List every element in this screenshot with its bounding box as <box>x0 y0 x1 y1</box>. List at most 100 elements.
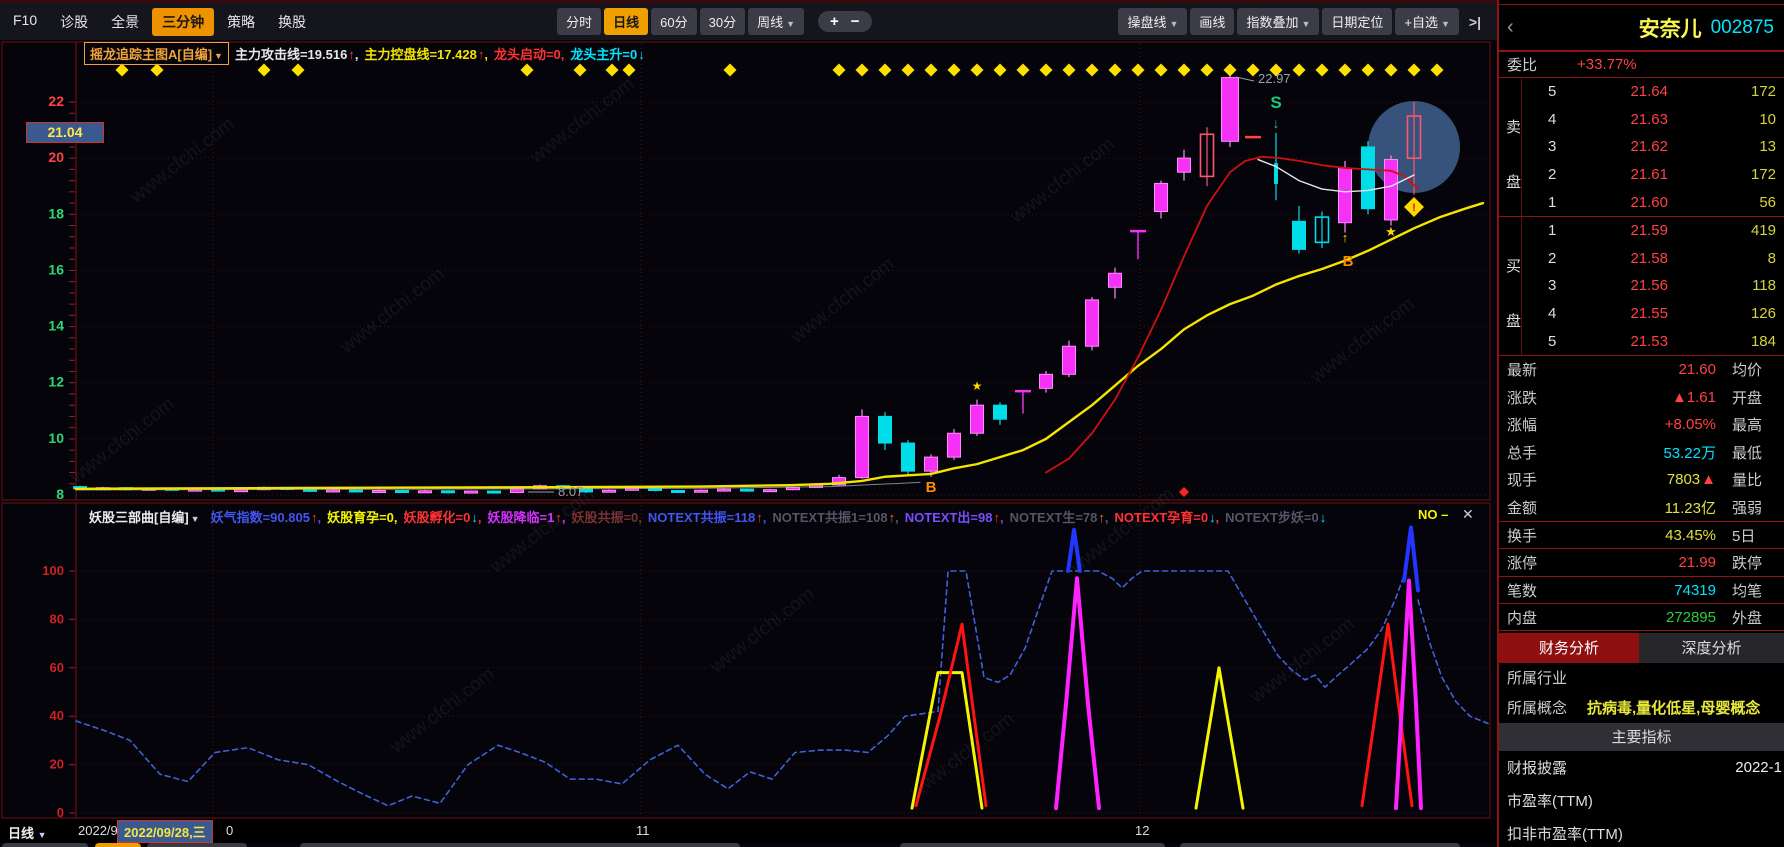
menu-item-F10[interactable]: F10 <box>3 8 47 36</box>
signal-diamond-icon <box>151 64 164 77</box>
bottom-tab-4[interactable] <box>900 843 1165 847</box>
candle-body <box>1063 346 1076 374</box>
main-menu: F10诊股全景三分钟策略换股 <box>0 8 316 36</box>
close-icon[interactable]: ✕ <box>1462 506 1474 523</box>
indicator-param: 妖股孵化=0 <box>404 510 471 525</box>
book-row: 421.55126 <box>1521 300 1784 328</box>
candle-body <box>373 491 386 493</box>
menu-item-诊股[interactable]: 诊股 <box>50 8 98 36</box>
menu-item-全景[interactable]: 全景 <box>101 8 149 36</box>
book-side-label: 盘 <box>1506 310 1521 331</box>
price-axis-label: 22 <box>48 93 64 109</box>
indicator-param: 主力攻击线=19.516 <box>235 47 347 62</box>
signal-diamond-icon <box>1086 64 1099 77</box>
book-row: 321.6213 <box>1521 133 1784 161</box>
signal-diamond-icon <box>1339 64 1352 77</box>
signal-diamond-icon <box>1109 64 1122 77</box>
chevron-down-icon: ▼ <box>38 830 47 840</box>
candle-body <box>1178 158 1191 172</box>
sub-axis-label: 80 <box>50 611 64 626</box>
trend-arrow-icon: ↓ <box>638 47 645 62</box>
period-60分[interactable]: 60分 <box>651 8 696 35</box>
tab-深度分析[interactable]: 深度分析 <box>1639 633 1784 663</box>
chart-marker: B <box>926 479 937 496</box>
book-row: 121.6056 <box>1521 188 1784 216</box>
tab-财务分析[interactable]: 财务分析 <box>1499 633 1639 663</box>
book-row: 321.56118 <box>1521 272 1784 300</box>
sub-indicator-row: 妖股三部曲[自编]▼ 妖气指数=90.805↑,妖股育孕=0,妖股孵化=0↓,妖… <box>84 505 1326 527</box>
candle-body <box>488 491 501 493</box>
candlestick-chart[interactable]: 222018161412108100806040200S↓BB★★↑!22.97… <box>0 40 1494 822</box>
candle-body <box>994 405 1007 419</box>
metric-row-财报披露: 财报披露2022-1 <box>1499 751 1784 784</box>
bottom-tab-3[interactable] <box>300 843 740 847</box>
signal-diamond-icon <box>902 64 915 77</box>
indicator-param: NOTEXT共振1=108 <box>772 510 887 525</box>
collapse-panel-icon[interactable]: >| <box>1469 14 1481 30</box>
menu-item-策略[interactable]: 策略 <box>217 8 265 36</box>
main-indicator-row: 摇龙追踪主图A[自编]▼ 主力攻击线=19.516↑,主力控盘线=17.428↑… <box>84 42 645 64</box>
main-indicator-params: 主力攻击线=19.516↑,主力控盘线=17.428↑,龙头启动=0,龙头主升=… <box>229 44 645 63</box>
period-30分[interactable]: 30分 <box>700 8 745 35</box>
signal-diamond-icon <box>1408 64 1421 77</box>
signal-diamond-icon <box>1040 64 1053 77</box>
bottom-tab-2[interactable] <box>147 843 247 847</box>
zoom-out-button[interactable]: − <box>851 13 860 30</box>
timeline-label: 0 <box>226 823 233 838</box>
crosshair-price-badge: 21.04 <box>26 122 104 143</box>
period-周线[interactable]: 周线▼ <box>748 8 804 35</box>
tool-画线[interactable]: 画线 <box>1190 8 1234 35</box>
signal-diamond-icon <box>116 64 129 77</box>
period-分时[interactable]: 分时 <box>557 8 601 35</box>
candle-body <box>419 491 432 493</box>
signal-diamond-icon <box>1155 64 1168 77</box>
candle-body <box>902 443 915 471</box>
signal-diamond-icon <box>724 64 737 77</box>
sub-indicator-name: 妖股三部曲[自编] <box>89 510 189 525</box>
tool-+自选[interactable]: +自选▼ <box>1395 8 1459 35</box>
candle-body <box>1339 168 1352 223</box>
signal-diamond-icon <box>1201 64 1214 77</box>
trend-arrow-icon: ↓ <box>1320 510 1327 525</box>
period-selector-group: 分时日线60分30分周线▼ <box>554 8 804 35</box>
price-extreme-label: 8.07 <box>558 484 583 499</box>
tool-指数叠加[interactable]: 指数叠加▼ <box>1237 8 1319 35</box>
info-row-所属行业: 所属行业 <box>1499 663 1784 693</box>
price-axis-label: 8 <box>56 486 64 502</box>
candle-body <box>465 491 478 493</box>
ask-book: 卖盘521.64172421.6310321.6213221.61172121.… <box>1499 78 1784 217</box>
sub-indicator-selector[interactable]: 妖股三部曲[自编]▼ <box>84 506 205 527</box>
menu-item-三分钟[interactable]: 三分钟 <box>152 8 214 36</box>
bottom-tab-5[interactable] <box>1180 843 1460 847</box>
signal-diamond-icon <box>574 64 587 77</box>
section-header: 主要指标 <box>1499 723 1784 751</box>
book-row: 121.59419 <box>1521 217 1784 245</box>
bottom-tab-1[interactable] <box>95 843 141 847</box>
timeline-date-highlight[interactable]: 2022/09/28,三 <box>117 820 213 843</box>
chevron-down-icon: ▼ <box>191 514 200 524</box>
price-axis-label: 12 <box>48 374 64 390</box>
signal-diamond-icon <box>292 64 305 77</box>
chart-tools: 操盘线▼画线指数叠加▼日期定位+自选▼ >| <box>1115 8 1493 35</box>
timeline-period-selector[interactable]: 日线 ▼ <box>8 823 47 842</box>
indicator-param: 妖股育孕=0 <box>327 510 394 525</box>
quote-stats: 最新21.60均价涨跌▲1.61开盘涨幅+8.05%最高总手53.22万最低现手… <box>1499 356 1784 631</box>
signal-diamond-icon <box>258 64 271 77</box>
candle-body <box>856 416 869 477</box>
candle-body <box>1362 147 1375 209</box>
back-arrow-icon[interactable]: ‹ <box>1507 16 1514 39</box>
bottom-tab-0[interactable] <box>2 843 88 847</box>
main-indicator-selector[interactable]: 摇龙追踪主图A[自编]▼ <box>84 42 229 65</box>
sub-axis-label: 100 <box>42 563 64 578</box>
signal-diamond-icon <box>1132 64 1145 77</box>
zoom-in-button[interactable]: + <box>830 13 839 30</box>
candle-body <box>741 489 754 491</box>
tool-操盘线[interactable]: 操盘线▼ <box>1118 8 1187 35</box>
tool-日期定位[interactable]: 日期定位 <box>1322 8 1392 35</box>
sub-axis-label: 60 <box>50 660 64 675</box>
sub-indicator-line <box>1196 668 1243 808</box>
period-日线[interactable]: 日线 <box>604 8 648 35</box>
menu-item-换股[interactable]: 换股 <box>268 8 316 36</box>
sub-indicator-suffix: NO – <box>1418 507 1448 522</box>
signal-diamond-icon <box>1224 64 1237 77</box>
